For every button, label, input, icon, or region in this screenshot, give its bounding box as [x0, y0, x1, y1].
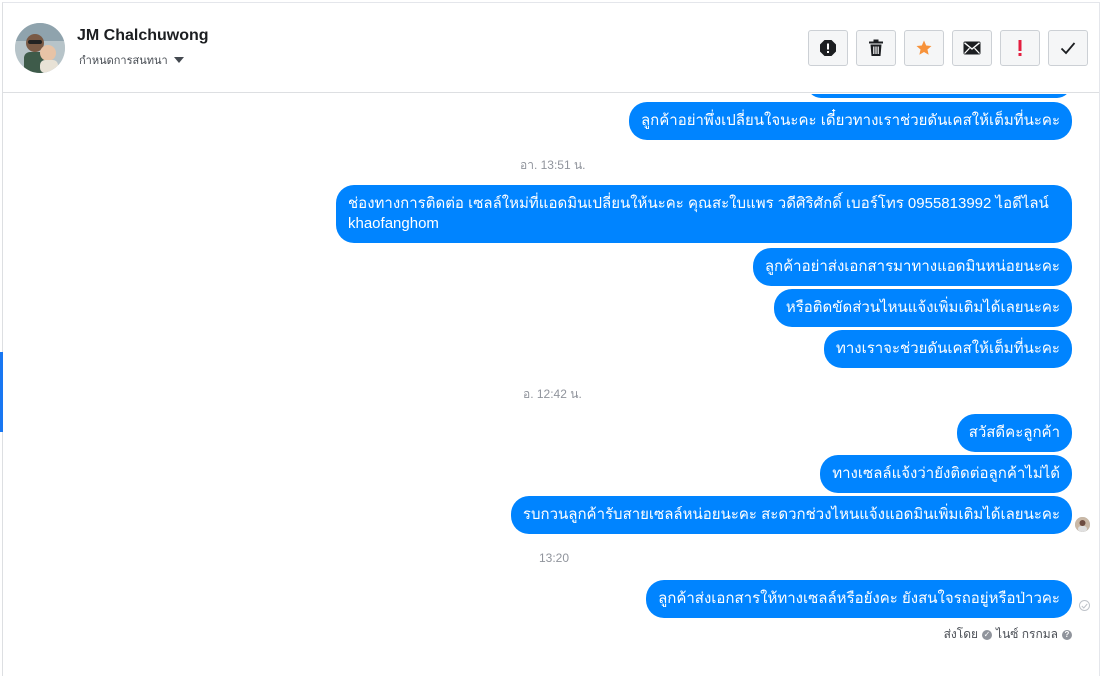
help-icon[interactable]: ? [1062, 629, 1072, 640]
caret-down-icon [173, 57, 184, 63]
message-bubble[interactable]: ลูกค้าอย่าพึ่งเปลี่ยนใจนะคะ เดี๋ยวทางเรา… [628, 102, 1072, 140]
timestamp: อ. 12:42 น. [523, 387, 582, 401]
mark-spam-button[interactable] [808, 30, 848, 66]
star-button[interactable] [904, 30, 944, 66]
conversation-settings-dropdown[interactable]: กำหนดการสนทนา [79, 51, 184, 69]
mark-important-button[interactable] [1000, 30, 1040, 66]
spam-icon [820, 40, 836, 56]
message-thread[interactable]: ลูกค้าอย่าพึ่งเปลี่ยนใจนะคะ เดี๋ยวทางเรา… [3, 94, 1099, 676]
message-bubble[interactable]: ช่องทางการติดต่อ เซลล์ใหม่ที่แอดมินเปลี่… [336, 185, 1072, 243]
delete-button[interactable] [856, 30, 896, 66]
seen-by-avatar [1075, 517, 1090, 532]
message-bubble[interactable]: รบกวนลูกค้ารับสายเซลล์หน่อยนะคะ สะดวกช่ว… [510, 496, 1072, 534]
message-bubble[interactable]: ลูกค้าอย่าส่งเอกสารมาทางแอดมินหน่อยนะคะ [752, 248, 1072, 286]
mail-icon [963, 41, 981, 55]
timestamp: อา. 13:51 น. [520, 158, 586, 172]
message-bubble[interactable]: หรือติดขัดส่วนไหนแจ้งเพิ่มเติมได้เลยนะคะ [773, 289, 1072, 327]
sent-by-label: ส่งโดย [943, 627, 979, 641]
message-bubble[interactable]: สวัสดีคะลูกค้า [956, 414, 1072, 452]
conversation-header: JM Chalchuwong กำหนดการสนทนา [3, 3, 1099, 93]
mark-done-button[interactable] [1048, 30, 1088, 66]
message-bubble[interactable]: ทางเราจะช่วยดันเคสให้เต็มที่นะคะ [823, 330, 1072, 368]
contact-name[interactable]: JM Chalchuwong [77, 27, 209, 45]
verified-check-icon: ✓ [982, 629, 993, 640]
message-bubble[interactable]: ทางเซลล์แจ้งว่ายังติดต่อลูกค้าไม่ได้ [820, 455, 1072, 493]
message-bubble-clipped [807, 94, 1071, 98]
conversation-toolbar [808, 30, 1088, 66]
timestamp: 13:20 [539, 551, 570, 565]
check-icon [1060, 42, 1076, 55]
message-bubble[interactable]: ลูกค้าส่งเอกสารให้ทางเซลล์หรือยังคะ ยังส… [646, 580, 1072, 618]
sent-by-info: ส่งโดย ✓ ไนซ์ กรกมล ? [944, 625, 1072, 644]
conversation-settings-label: กำหนดการสนทนา [79, 55, 168, 67]
contact-avatar[interactable] [15, 23, 65, 73]
mark-unread-button[interactable] [952, 30, 992, 66]
important-icon [1018, 40, 1022, 56]
trash-icon [869, 39, 883, 56]
sent-by-name[interactable]: ไนซ์ กรกมล [996, 625, 1058, 644]
delivered-check-icon [1079, 600, 1090, 611]
star-icon [916, 40, 932, 55]
